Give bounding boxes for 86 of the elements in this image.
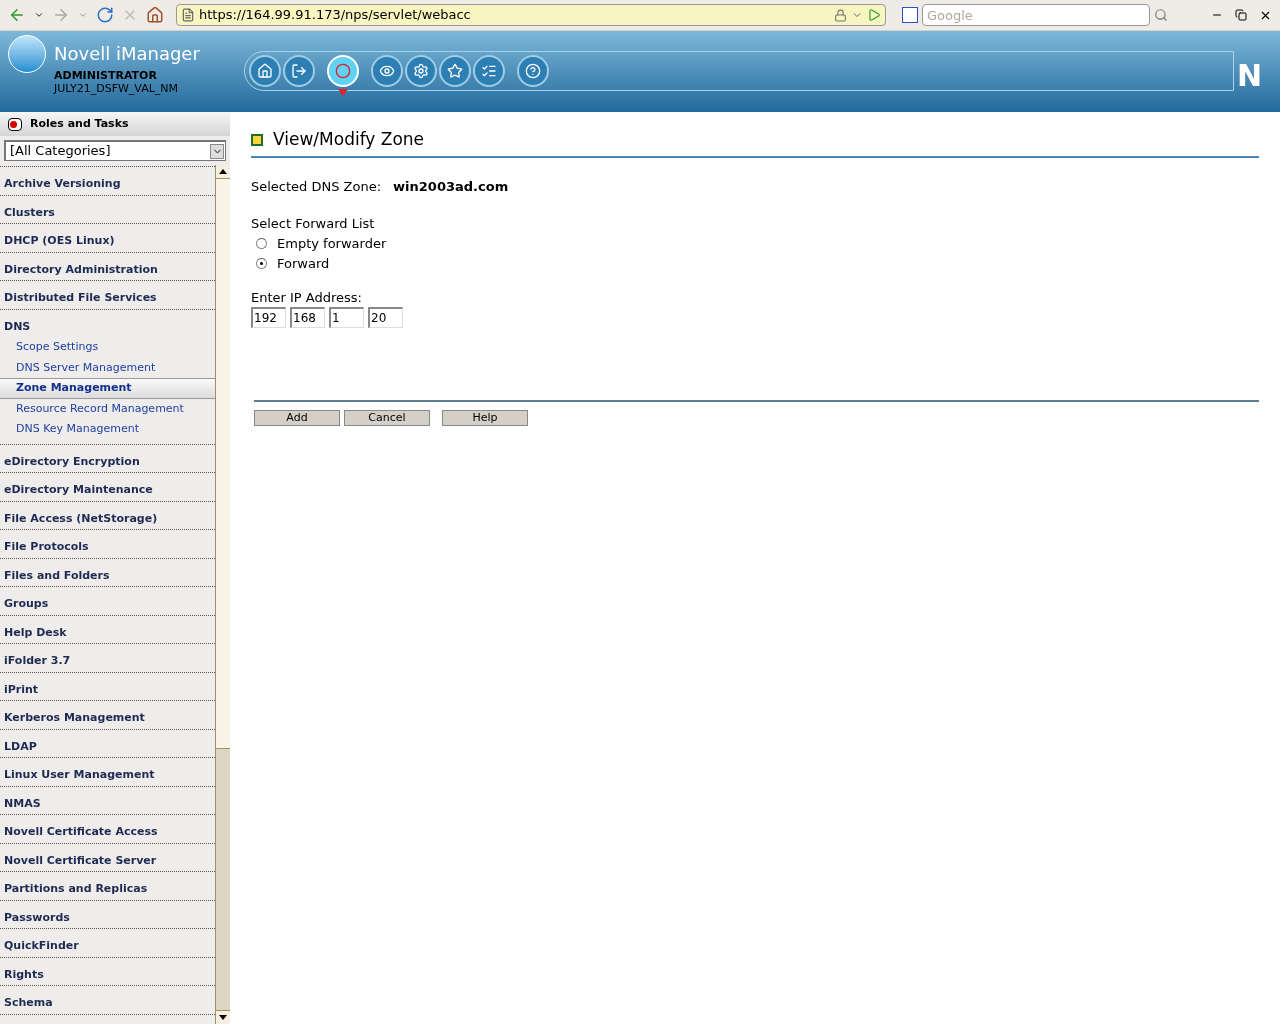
caret-icon[interactable] (34, 10, 44, 20)
category-link[interactable]: eDirectory Maintenance (4, 482, 153, 499)
toolbar-button[interactable] (473, 55, 505, 87)
category-link[interactable]: NMAS (4, 795, 41, 812)
task-item[interactable]: Resource Record Management (0, 398, 215, 419)
category-link[interactable]: Linux User Management (4, 767, 155, 784)
category-link[interactable]: Files and Folders (4, 567, 110, 584)
category-link[interactable]: File Access (NetStorage) (4, 510, 158, 527)
page-title: View/Modify Zone (273, 128, 425, 151)
toolbar-button[interactable] (283, 55, 315, 87)
toolbar-button[interactable] (249, 55, 281, 87)
star-icon (447, 63, 463, 79)
category-link[interactable]: iFolder 3.7 (4, 653, 71, 670)
category-link[interactable]: Help Desk (4, 624, 67, 641)
category-link[interactable]: Schema (4, 995, 53, 1012)
url-text: https://164.99.91.173/nps/servlet/webacc (199, 6, 472, 25)
user-name: ADMINISTRATOR (54, 69, 158, 82)
category-link[interactable]: Clusters (4, 204, 55, 221)
ip-label: Enter IP Address: (251, 288, 363, 307)
sidebar-title: Roles and Tasks (30, 115, 129, 132)
record-icon (335, 63, 351, 79)
category-link[interactable]: Partitions and Replicas (4, 881, 148, 898)
app-title: Novell iManager (54, 43, 200, 65)
tree-name: JULY21_DSFW_VAL_NM (54, 82, 180, 95)
category-link[interactable]: iPrint (4, 681, 39, 698)
ip-octet-field[interactable]: 20 (368, 307, 403, 328)
logo-icon (8, 35, 46, 73)
zone-label: Selected DNS Zone: (251, 177, 382, 196)
home-icon (257, 63, 273, 79)
radio-button[interactable] (256, 258, 267, 269)
category-link[interactable]: Groups (4, 596, 49, 613)
restore-icon[interactable] (1235, 9, 1247, 21)
lock-icon (834, 8, 847, 22)
toolbar-button[interactable] (405, 55, 437, 87)
category-link[interactable]: Kerberos Management (4, 710, 145, 727)
action-button[interactable]: Add (254, 410, 340, 426)
category-link[interactable]: QuickFinder (4, 938, 79, 955)
task-item[interactable]: DNS Key Management (0, 419, 215, 440)
toolbar-button[interactable] (371, 55, 403, 87)
ip-octet-field[interactable]: 192 (251, 307, 286, 328)
category-link[interactable]: File Protocols (4, 539, 89, 556)
task-item[interactable]: Scope Settings (0, 337, 215, 358)
category-link[interactable]: Archive Versioning (4, 176, 121, 193)
category-link[interactable]: Passwords (4, 909, 70, 926)
address-field[interactable]: https://164.99.91.173/nps/servlet/webacc (176, 4, 886, 26)
action-button[interactable]: Cancel (344, 410, 430, 426)
back-icon[interactable] (8, 6, 26, 24)
gear-icon (413, 63, 429, 79)
home-icon[interactable] (146, 6, 164, 24)
toolbar-button[interactable] (439, 55, 471, 87)
help-icon (525, 63, 541, 79)
exit-icon (291, 63, 307, 79)
eye-icon (379, 63, 395, 79)
category-link[interactable]: DNS (4, 318, 31, 335)
radio-button[interactable] (256, 238, 267, 249)
category-link[interactable]: Novell Certificate Access (4, 824, 158, 841)
roles-icon (8, 117, 22, 131)
category-link[interactable]: Rights (4, 966, 44, 983)
page-icon (181, 8, 195, 22)
scrollbar[interactable] (215, 165, 230, 1024)
search-field[interactable]: Google (922, 4, 1150, 26)
ip-octet-field[interactable]: 1 (329, 307, 364, 328)
reload-icon[interactable] (96, 6, 114, 24)
radio-label[interactable]: Forward (277, 253, 330, 274)
category-link[interactable]: Novell Certificate Server (4, 852, 157, 869)
zone-value: win2003ad.com (393, 177, 509, 196)
selected-marker-icon (338, 89, 348, 96)
search-engine-icon[interactable] (902, 7, 918, 23)
ip-octet-field[interactable]: 168 (290, 307, 325, 328)
category-link[interactable]: LDAP (4, 738, 37, 755)
category-link[interactable]: DHCP (OES Linux) (4, 233, 115, 250)
category-link[interactable]: Directory Administration (4, 261, 158, 278)
toolbar-button[interactable] (517, 55, 549, 87)
checklist-icon (481, 63, 497, 79)
task-item[interactable]: DNS Server Management (0, 357, 215, 378)
category-link[interactable]: Distributed File Services (4, 290, 157, 307)
search-icon[interactable] (1154, 8, 1168, 22)
task-item[interactable]: Zone Management (0, 378, 215, 399)
zone-icon (251, 133, 263, 146)
category-link[interactable]: eDirectory Encryption (4, 453, 140, 470)
radio-label[interactable]: Empty forwarder (277, 233, 387, 254)
forward-label: Select Forward List (251, 215, 376, 233)
action-button[interactable]: Help (442, 410, 528, 426)
go-icon[interactable] (867, 8, 881, 22)
category-dropdown[interactable]: [All Categories] (4, 140, 226, 161)
brand-logo: N (1236, 57, 1262, 95)
